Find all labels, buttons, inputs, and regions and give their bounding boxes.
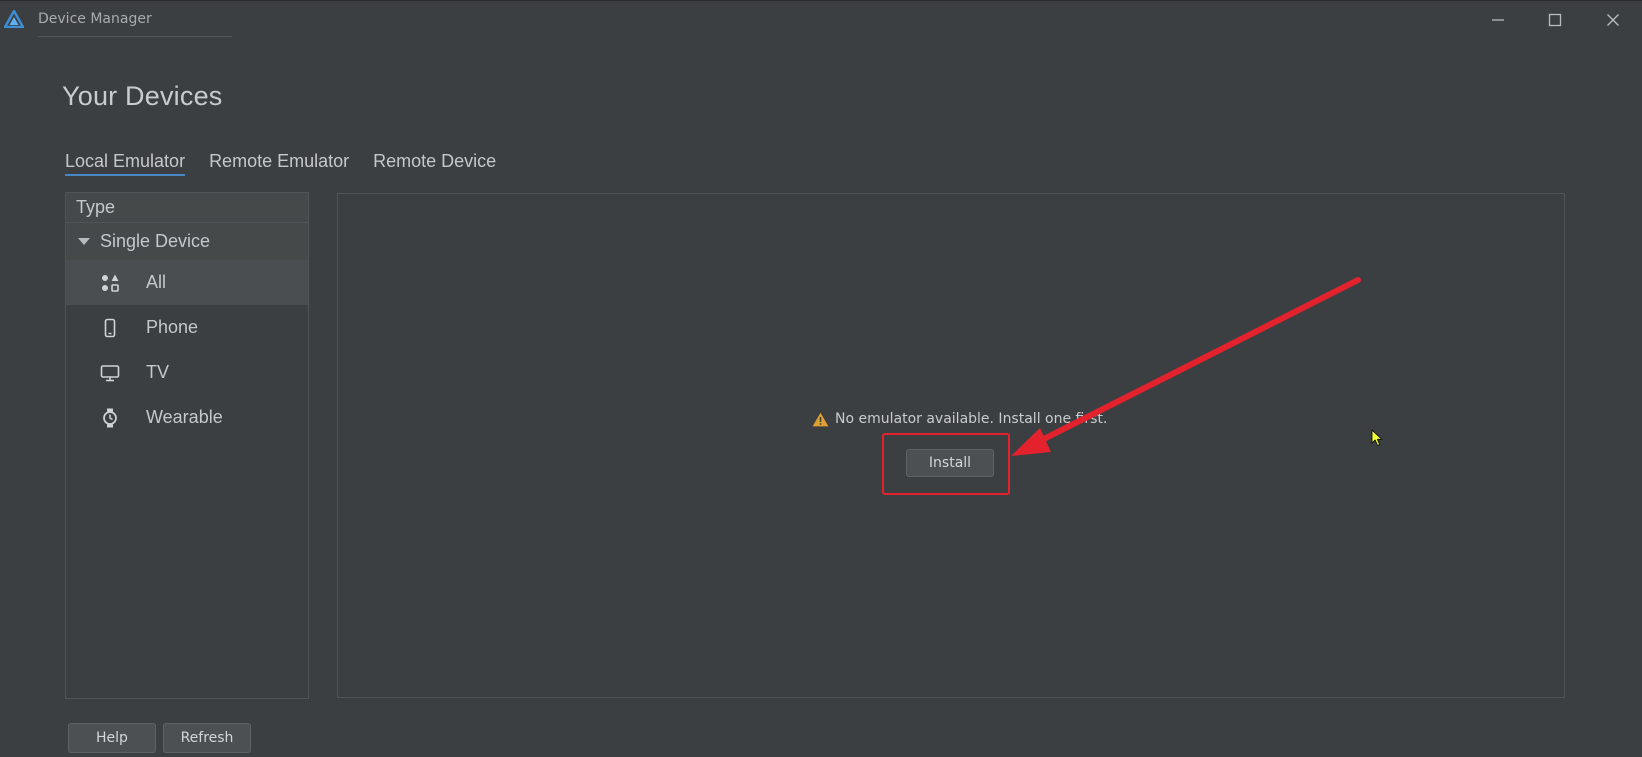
warning-icon [812,412,829,427]
device-tabs: Local Emulator Remote Emulator Remote De… [65,151,496,176]
window-title: Device Manager [38,11,152,27]
grid-icon [100,273,120,293]
minimize-icon[interactable] [1480,7,1516,33]
phone-icon [100,318,120,338]
sidebar-item-tv[interactable]: TV [66,350,308,395]
mouse-cursor-icon [1371,429,1383,451]
sidebar-item-all[interactable]: All [66,260,308,305]
watch-icon [100,408,120,428]
close-icon[interactable] [1595,7,1631,33]
sidebar-item-wearable[interactable]: Wearable [66,395,308,440]
sidebar-header: Type [66,193,308,223]
title-divider [38,36,232,37]
page-title: Your Devices [62,81,223,111]
caret-down-icon[interactable] [78,238,90,245]
sidebar-item-label: Phone [146,317,199,337]
help-button[interactable]: Help [68,723,156,753]
install-button[interactable]: Install [906,449,994,477]
emulator-list-panel: No emulator available. Install one first… [337,193,1565,698]
sidebar-item-label: All [146,272,167,292]
maximize-icon[interactable] [1537,7,1573,33]
sidebar-item-label: Wearable [146,407,223,427]
tab-local-emulator[interactable]: Local Emulator [65,151,186,176]
tab-remote-device[interactable]: Remote Device [373,151,496,176]
sidebar-group-single-device[interactable]: Single Device [66,223,308,260]
sidebar-group-label: Single Device [100,231,211,251]
tab-remote-emulator[interactable]: Remote Emulator [209,151,349,176]
device-manager-window: Device Manager Your Devices Local Emulat… [0,0,1642,757]
device-type-sidebar: Type Single Device All Phone TV Wearable [65,192,309,699]
tv-icon [100,363,120,383]
refresh-button[interactable]: Refresh [163,723,251,753]
title-bar: Device Manager [0,1,1642,39]
sidebar-item-label: TV [146,362,170,382]
empty-state-message: No emulator available. Install one first… [812,411,1107,427]
app-logo-icon [3,9,25,29]
sidebar-item-phone[interactable]: Phone [66,305,308,350]
empty-state-text: No emulator available. Install one first… [835,411,1108,427]
